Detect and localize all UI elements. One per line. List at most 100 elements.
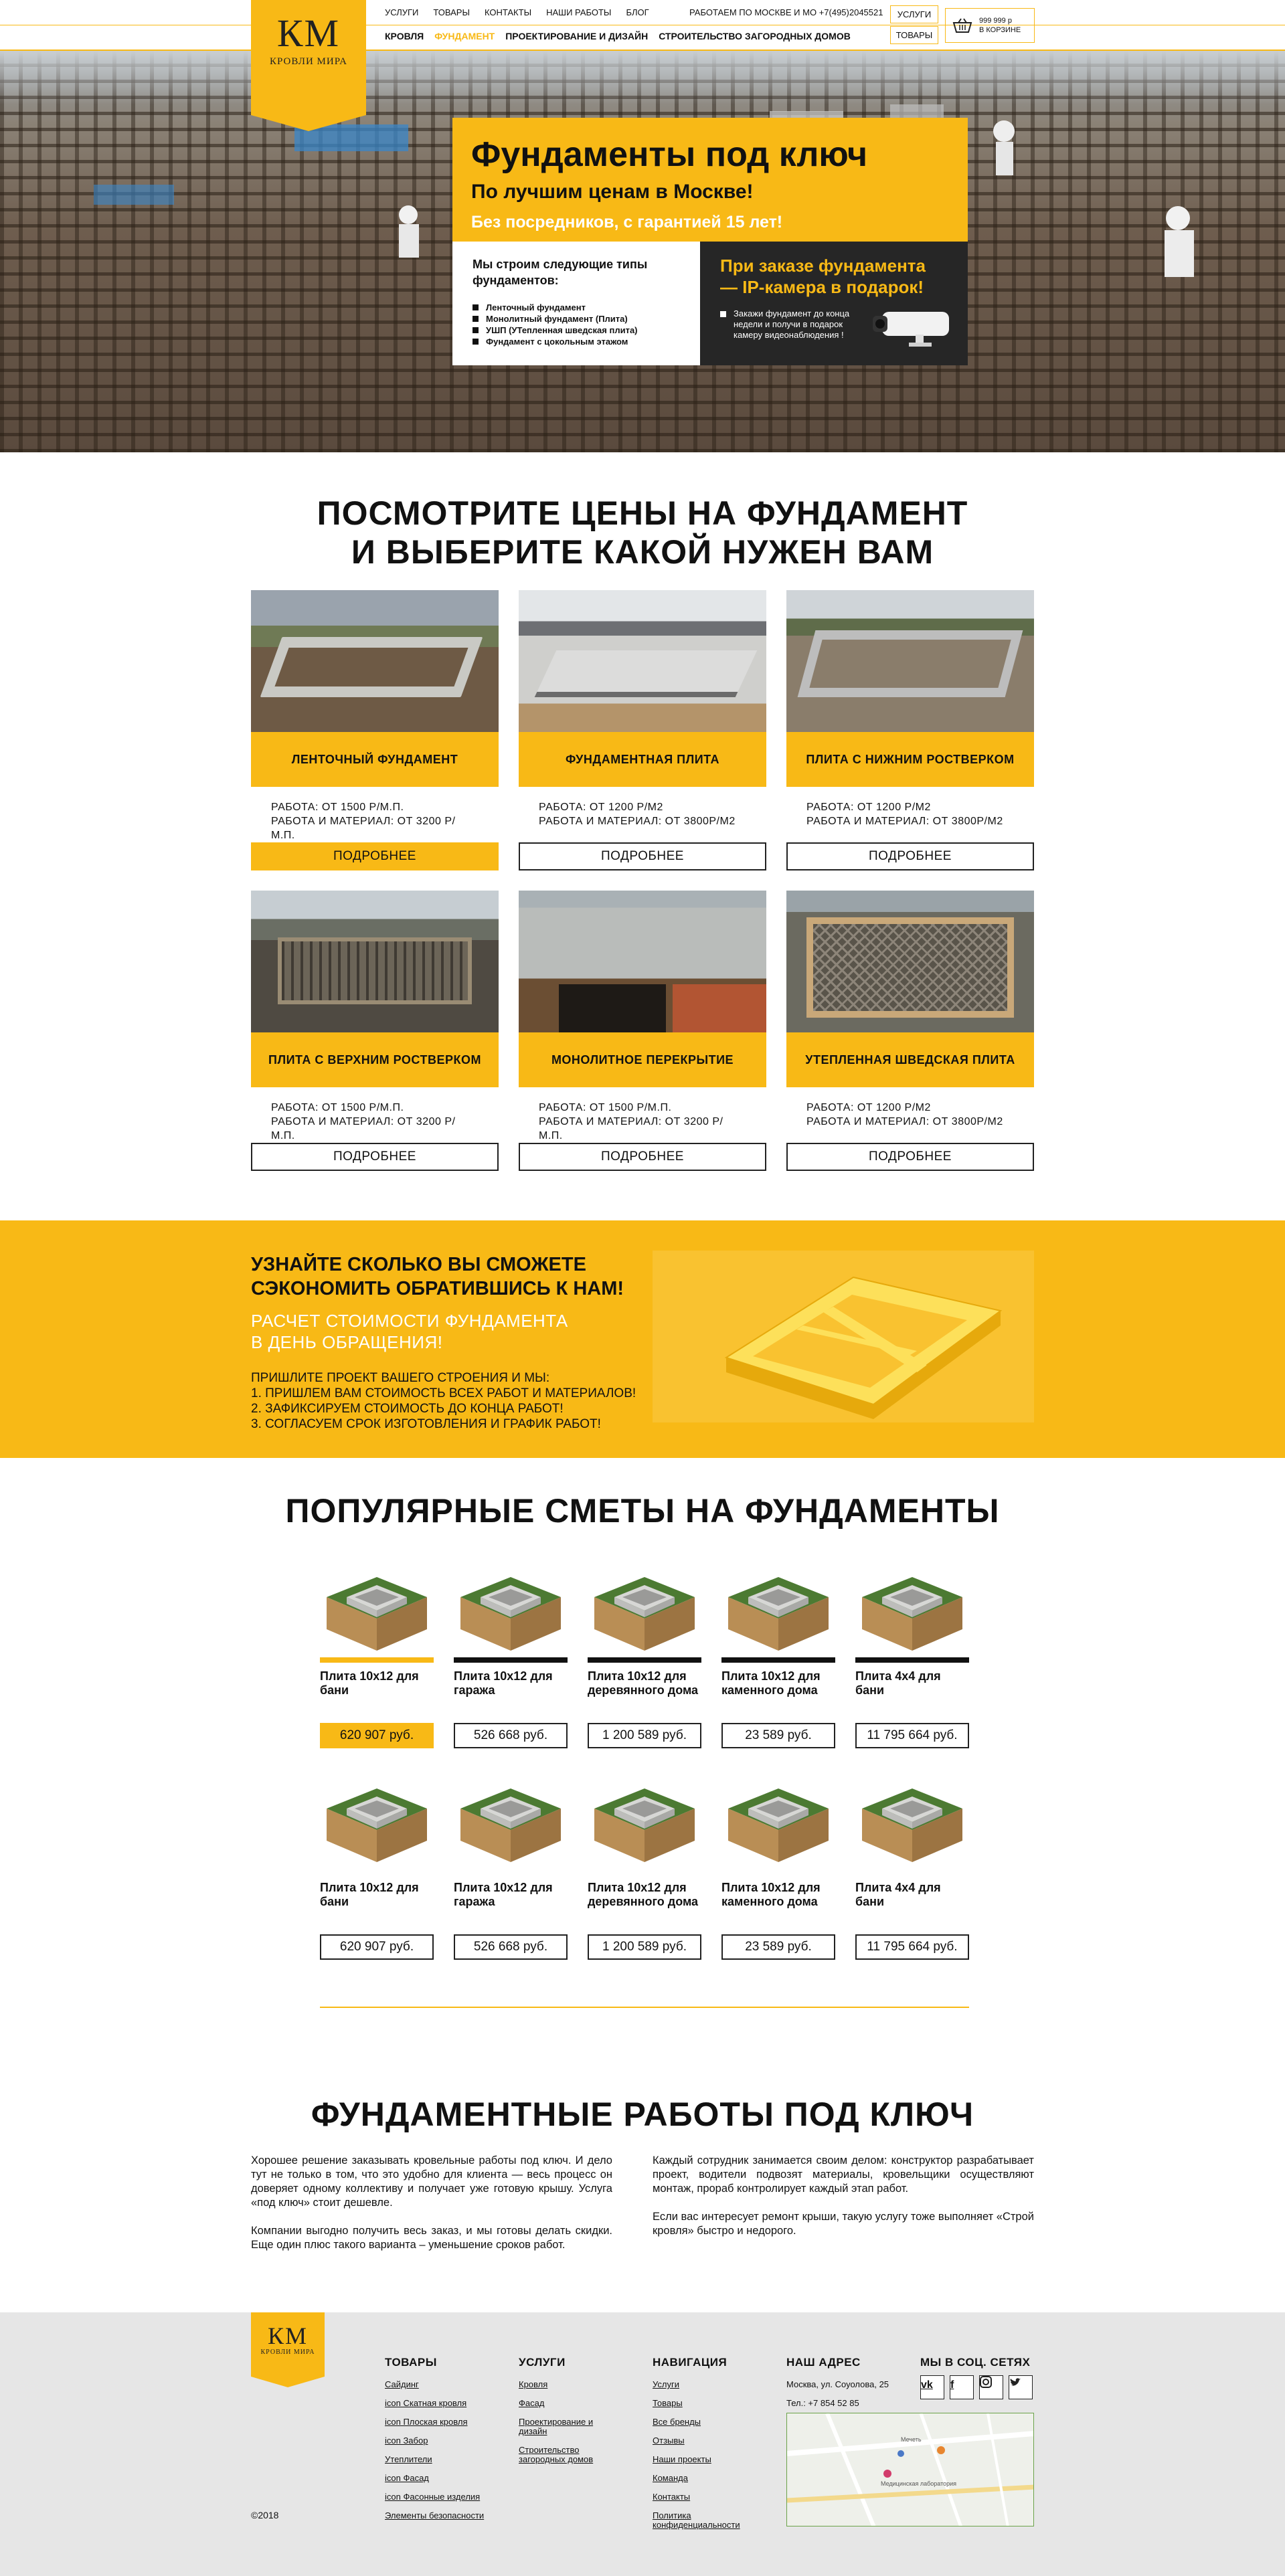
card-prices: РАБОТА: ОТ 1200 Р/М2 РАБОТА И МАТЕРИАЛ: … <box>519 787 766 842</box>
nav-foundation[interactable]: ФУНДАМЕНТ <box>434 31 495 41</box>
vk-icon[interactable]: vk <box>920 2375 944 2399</box>
footer-link[interactable]: Утеплители <box>385 2450 484 2469</box>
site-header: КМ КРОВЛИ МИРА УСЛУГИ ТОВАРЫ КОНТАКТЫ НА… <box>0 0 1285 131</box>
facebook-icon[interactable]: f <box>950 2375 974 2399</box>
footer-link[interactable]: Кровля <box>519 2375 606 2394</box>
instagram-icon[interactable] <box>979 2375 1003 2399</box>
details-button[interactable]: ПОДРОБНЕЕ <box>251 842 499 870</box>
foundation-slab-image <box>327 1577 427 1651</box>
foundation-slab-image <box>862 1788 962 1862</box>
footer-link[interactable]: icon Фасонные изделия <box>385 2488 484 2506</box>
price-card: МОНОЛИТНОЕ ПЕРЕКРЫТИЕ РАБОТА: ОТ 1500 Р/… <box>519 891 766 1171</box>
estimate-card[interactable]: Плита 10х12 для каменного дома 23 589 руб… <box>721 1768 835 1960</box>
instagram-glyph <box>980 2376 992 2388</box>
logo-subtitle: КРОВЛИ МИРА <box>260 2349 315 2356</box>
goods-button[interactable]: ТОВАРЫ <box>890 26 938 44</box>
estimate-price[interactable]: 526 668 руб. <box>454 1723 568 1748</box>
hero-title: Фундаменты под ключ <box>471 135 868 174</box>
estimate-card[interactable]: Плита 4х4 для бани 11 795 664 руб. <box>855 1557 969 1748</box>
map-label: Мечеть <box>901 2436 922 2443</box>
details-button[interactable]: ПОДРОБНЕЕ <box>786 842 1034 870</box>
estimate-bar <box>454 1657 568 1663</box>
top-link-goods[interactable]: ТОВАРЫ <box>433 7 470 17</box>
footer-link[interactable]: Строительство загородных домов <box>519 2441 606 2469</box>
foundation-slab-image <box>460 1577 561 1651</box>
estimate-name: Плита 10х12 для бани <box>320 1669 419 1697</box>
foundation-types-title: Мы строим следующие типы фундаментов: <box>473 258 648 287</box>
top-link-contacts[interactable]: КОНТАКТЫ <box>485 7 531 17</box>
footer-nav-title: НАВИГАЦИЯ <box>653 2356 727 2369</box>
savings-subtitle: РАСЧЕТ СТОИМОСТИ ФУНДАМЕНТА В ДЕНЬ ОБРАЩ… <box>251 1310 646 1353</box>
estimate-price[interactable]: 1 200 589 руб. <box>588 1934 701 1960</box>
estimate-name: Плита 4х4 для бани <box>855 1881 941 1908</box>
savings-list: ПРИШЛИТЕ ПРОЕКТ ВАШЕГО СТРОЕНИЯ И МЫ: 1.… <box>251 1370 646 1432</box>
footer-link[interactable]: icon Плоская кровля <box>385 2413 484 2431</box>
estimate-card[interactable]: Плита 10х12 для деревянного дома 1 200 58… <box>588 1768 701 1960</box>
basket-icon <box>952 18 972 33</box>
promo-text: Закажи фундамент до конца недели и получ… <box>720 308 854 341</box>
estimate-price[interactable]: 11 795 664 руб. <box>855 1723 969 1748</box>
logo-mark: КМ <box>267 2322 309 2349</box>
estimate-bar <box>721 1657 835 1663</box>
estimate-price[interactable]: 620 907 руб. <box>320 1934 434 1960</box>
footer-link[interactable]: icon Фасад <box>385 2469 484 2488</box>
footer-link[interactable]: Проектирование и дизайн <box>519 2413 606 2441</box>
location-map[interactable]: Мечеть Медицинская лаборатория <box>786 2413 1034 2526</box>
estimate-card[interactable]: Плита 10х12 для бани 620 907 руб. <box>320 1768 434 1960</box>
works-col-left: Хорошее решение заказывать кровельные ра… <box>251 2154 612 2252</box>
services-button[interactable]: УСЛУГИ <box>890 5 938 23</box>
estimate-price[interactable]: 526 668 руб. <box>454 1934 568 1960</box>
price-card: ПЛИТА С НИЖНИМ РОСТВЕРКОМ РАБОТА: ОТ 120… <box>786 590 1034 870</box>
footer-link[interactable]: Сайдинг <box>385 2375 484 2394</box>
works-title: ФУНДАМЕНТНЫЕ РАБОТЫ ПОД КЛЮЧ <box>311 2096 974 2133</box>
top-link-works[interactable]: НАШИ РАБОТЫ <box>546 7 611 17</box>
footer-link[interactable]: icon Забор <box>385 2431 484 2450</box>
details-button[interactable]: ПОДРОБНЕЕ <box>519 1143 766 1171</box>
foundation-slab-image <box>728 1788 829 1862</box>
footer-link[interactable]: Фасад <box>519 2394 606 2413</box>
estimate-card[interactable]: Плита 10х12 для гаража 526 668 руб. <box>454 1768 568 1960</box>
details-button[interactable]: ПОДРОБНЕЕ <box>251 1143 499 1171</box>
footer-link[interactable]: Политика конфиденциальности <box>653 2506 753 2535</box>
footer-link[interactable]: Отзывы <box>653 2431 753 2450</box>
footer-link[interactable]: Контакты <box>653 2488 753 2506</box>
top-link-blog[interactable]: БЛОГ <box>626 7 649 17</box>
estimate-price[interactable]: 11 795 664 руб. <box>855 1934 969 1960</box>
cart[interactable]: 999 999 р В КОРЗИНЕ <box>945 8 1035 43</box>
footer-link[interactable]: Товары <box>653 2394 753 2413</box>
footer-link[interactable]: Услуги <box>653 2375 753 2394</box>
estimate-price[interactable]: 620 907 руб. <box>320 1723 434 1748</box>
nav-roof[interactable]: КРОВЛЯ <box>385 31 424 41</box>
footer-link[interactable]: Все бренды <box>653 2413 753 2431</box>
nav-houses[interactable]: СТРОИТЕЛЬСТВО ЗАГОРОДНЫХ ДОМОВ <box>659 31 851 41</box>
logo-mark: КМ <box>276 11 341 55</box>
twitter-icon[interactable] <box>1009 2375 1033 2399</box>
estimate-card[interactable]: Плита 4х4 для бани 11 795 664 руб. <box>855 1768 969 1960</box>
estimate-price[interactable]: 23 589 руб. <box>721 1934 835 1960</box>
price-card: ПЛИТА С ВЕРХНИМ РОСТВЕРКОМ РАБОТА: ОТ 15… <box>251 891 499 1171</box>
footer-link[interactable]: Команда <box>653 2469 753 2488</box>
top-link-services[interactable]: УСЛУГИ <box>385 7 418 17</box>
savings-title-line2: СЭКОНОМИТЬ ОБРАТИВШИСЬ К НАМ! <box>251 1278 624 1299</box>
details-button[interactable]: ПОДРОБНЕЕ <box>519 842 766 870</box>
estimate-card[interactable]: Плита 10х12 для гаража 526 668 руб. <box>454 1557 568 1748</box>
card-price-material: РАБОТА И МАТЕРИАЛ: ОТ 3200 Р/М.П. <box>271 1116 456 1141</box>
footer-logo[interactable]: КМ КРОВЛИ МИРА <box>251 2312 325 2387</box>
list-item: УШП (УТепленная шведская плита) <box>473 325 680 336</box>
estimate-price[interactable]: 23 589 руб. <box>721 1723 835 1748</box>
nav-design[interactable]: ПРОЕКТИРОВАНИЕ И ДИЗАЙН <box>505 31 648 41</box>
card-title: ЛЕНТОЧНЫЙ ФУНДАМЕНТ <box>251 732 499 787</box>
estimate-card[interactable]: Плита 10х12 для каменного дома 23 589 руб… <box>721 1557 835 1748</box>
details-button[interactable]: ПОДРОБНЕЕ <box>786 1143 1034 1171</box>
estimates-section: ПОПУЛЯРНЫЕ СМЕТЫ НА ФУНДАМЕНТЫ Плита 10х… <box>0 1458 1285 2055</box>
card-title: МОНОЛИТНОЕ ПЕРЕКРЫТИЕ <box>519 1032 766 1087</box>
foundation-illustration <box>653 1251 1034 1422</box>
footer-link[interactable]: icon Скатная кровля <box>385 2394 484 2413</box>
footer-link[interactable]: Наши проекты <box>653 2450 753 2469</box>
estimate-card[interactable]: Плита 10х12 для деревянного дома 1 200 58… <box>588 1557 701 1748</box>
estimate-card[interactable]: Плита 10х12 для бани 620 907 руб. <box>320 1557 434 1748</box>
estimate-name: Плита 10х12 для каменного дома <box>721 1881 821 1908</box>
estimate-price[interactable]: 1 200 589 руб. <box>588 1723 701 1748</box>
logo[interactable]: КМ КРОВЛИ МИРА <box>251 0 366 131</box>
footer-link[interactable]: Элементы безопасности <box>385 2506 484 2525</box>
